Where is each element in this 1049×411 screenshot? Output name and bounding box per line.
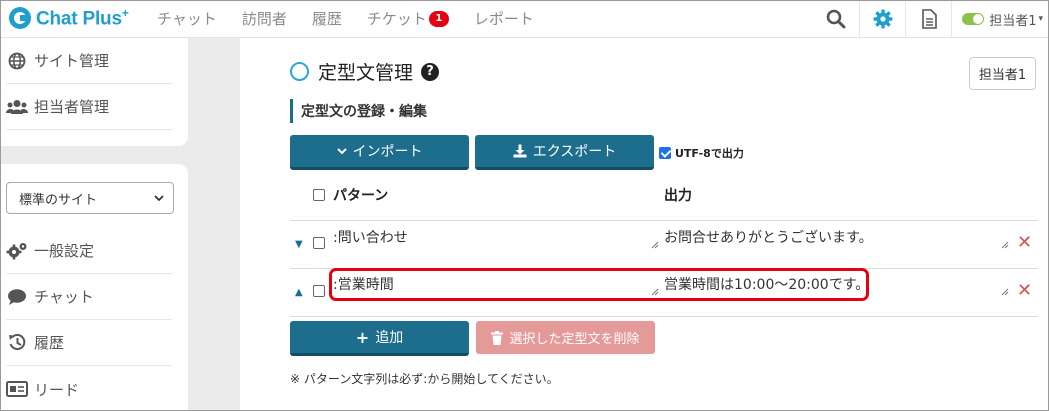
sidebar-top-card: サイト管理 担当者管理: [0, 38, 188, 146]
gear-icon: [873, 9, 893, 29]
download-icon: [513, 144, 527, 158]
chevron-down-icon: [336, 147, 347, 155]
sidebar-item-label: チャット: [34, 288, 94, 306]
row-checkbox[interactable]: [313, 285, 325, 297]
utf8-checkbox[interactable]: [659, 147, 671, 159]
chat-bubble-logo-icon: [9, 7, 31, 30]
divider: [290, 220, 1038, 221]
nav-visitors[interactable]: 訪問者: [242, 8, 287, 29]
divider: [290, 316, 1038, 317]
ticket-count-badge: 1: [428, 10, 449, 27]
comment-icon: [6, 288, 28, 306]
caret-down-icon[interactable]: ▼: [295, 239, 303, 250]
pattern-header-label: パターン: [333, 188, 389, 204]
caret-down-icon: ▾: [1038, 14, 1043, 24]
user-name: 担当者1: [989, 13, 1037, 29]
row-checkbox[interactable]: [313, 237, 325, 249]
output-field[interactable]: お問合せありがとうございます。: [664, 227, 873, 247]
pattern-column-header: パターン: [313, 185, 388, 205]
id-card-icon: [6, 381, 28, 397]
search-button[interactable]: [813, 0, 859, 38]
sidebar-item-agent-management[interactable]: 担当者管理: [6, 84, 172, 130]
site-select-value: 標準のサイト: [19, 192, 98, 208]
cogs-icon: [6, 242, 28, 260]
online-toggle-icon[interactable]: [962, 13, 985, 25]
resize-handle-icon[interactable]: [1001, 288, 1009, 296]
user-menu[interactable]: 担当者1 ▾: [951, 0, 1049, 38]
plus-icon: +: [355, 327, 370, 347]
delete-row-icon[interactable]: ✕: [1017, 282, 1032, 300]
sidebar-item-site-management[interactable]: サイト管理: [6, 38, 172, 84]
export-label: エクスポート: [532, 144, 617, 160]
add-label: 追加: [375, 330, 404, 346]
sidebar-item-chat[interactable]: チャット: [6, 274, 172, 320]
pattern-note: ※ パターン文字列は必ず:から開始してください。: [290, 372, 559, 386]
export-button[interactable]: エクスポート: [475, 135, 654, 170]
agent-select-button[interactable]: 担当者1: [969, 57, 1036, 90]
nav-report[interactable]: レポート: [474, 8, 534, 29]
sidebar-item-history[interactable]: 履歴: [6, 320, 172, 366]
section-title: 定型文の登録・編集: [290, 99, 427, 123]
select-all-checkbox[interactable]: [313, 189, 325, 201]
highlight-annotation: [329, 268, 869, 301]
top-navbar: Chat Plus+ チャット 訪問者 履歴 チケット 1 レポート 担当者1 …: [0, 0, 1049, 38]
sidebar-item-lead[interactable]: リード: [6, 366, 172, 411]
nav-chat[interactable]: チャット: [157, 8, 217, 29]
sidebar-item-label: リード: [34, 380, 80, 399]
history-icon: [6, 333, 28, 352]
nav-ticket[interactable]: チケット 1: [367, 8, 449, 29]
circle-icon: [290, 62, 309, 81]
document-button[interactable]: [905, 0, 951, 38]
page-header: 定型文管理 ?: [290, 58, 440, 85]
site-select[interactable]: 標準のサイト: [6, 182, 174, 214]
chevron-down-icon: [154, 195, 164, 202]
users-icon: [6, 99, 28, 115]
utf8-label: UTF-8で出力: [675, 147, 744, 160]
chat-plus-logo[interactable]: Chat Plus+: [9, 6, 157, 30]
resize-handle-icon[interactable]: [651, 241, 659, 249]
settings-button[interactable]: [859, 0, 905, 38]
nav-ticket-label: チケット: [366, 10, 427, 28]
sidebar-item-label: 担当者管理: [34, 98, 110, 116]
sidebar-item-label: 一般設定: [34, 242, 95, 260]
nav-history[interactable]: 履歴: [312, 8, 342, 29]
search-icon: [826, 9, 846, 29]
main-panel: 定型文管理 ? 担当者1 定型文の登録・編集 インポート エクスポート UTF-…: [240, 38, 1049, 411]
delete-selected-label: 選択した定型文を削除: [509, 332, 640, 347]
sidebar-item-general-settings[interactable]: 一般設定: [6, 228, 172, 274]
sidebar-item-label: 履歴: [34, 334, 65, 352]
output-column-header: 出力: [664, 188, 692, 204]
top-right-tools: 担当者1 ▾: [813, 0, 1049, 38]
add-button[interactable]: + 追加: [290, 321, 469, 356]
trash-icon: [491, 330, 504, 345]
delete-row-icon[interactable]: ✕: [1017, 234, 1032, 252]
globe-icon: [6, 52, 28, 70]
import-button[interactable]: インポート: [290, 135, 469, 170]
delete-selected-button[interactable]: 選択した定型文を削除: [476, 321, 655, 354]
pattern-field[interactable]: :問い合わせ: [333, 227, 408, 247]
import-label: インポート: [352, 144, 423, 160]
caret-up-icon[interactable]: ▲: [295, 287, 303, 298]
question-circle-icon[interactable]: ?: [421, 62, 440, 81]
sidebar-item-label: サイト管理: [34, 52, 110, 70]
document-icon: [921, 9, 937, 29]
logo-text: Chat Plus+: [36, 6, 129, 30]
page-title: 定型文管理: [318, 62, 414, 84]
utf8-option[interactable]: UTF-8で出力: [659, 145, 744, 161]
main-nav: チャット 訪問者 履歴 チケット 1 レポート: [157, 0, 559, 38]
resize-handle-icon[interactable]: [1001, 241, 1009, 249]
